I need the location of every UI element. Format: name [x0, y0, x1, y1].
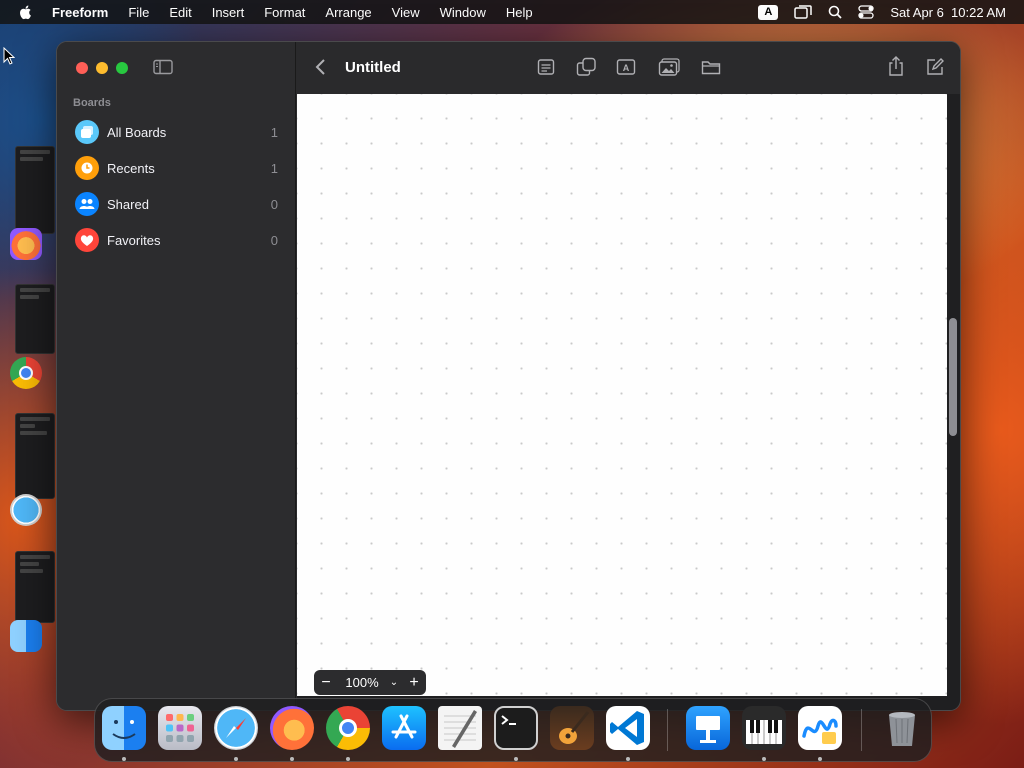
dock-vscode-icon[interactable] — [606, 706, 650, 750]
menu-window[interactable]: Window — [440, 5, 486, 20]
menu-bar: Freeform File Edit Insert Format Arrange… — [0, 0, 1024, 24]
running-indicator — [818, 757, 822, 761]
sidebar-item-label: All Boards — [107, 124, 167, 140]
running-indicator — [514, 757, 518, 761]
menu-extras: A Sat Apr 6 10:22 AM — [758, 0, 1006, 24]
sidebar-item-recents[interactable]: Recents 1 — [65, 150, 288, 186]
sidebar-item-label: Recents — [107, 160, 155, 176]
dock — [94, 698, 932, 762]
menu-clock[interactable]: Sat Apr 6 10:22 AM — [890, 5, 1006, 20]
dock-garageband-icon[interactable] — [550, 706, 594, 750]
menu-arrange[interactable]: Arrange — [325, 5, 371, 20]
people-icon — [75, 192, 99, 216]
clock-icon — [75, 156, 99, 180]
sidebar-item-all-boards[interactable]: All Boards 1 — [65, 114, 288, 150]
menu-format[interactable]: Format — [264, 5, 305, 20]
zoom-in-button[interactable]: + — [402, 670, 426, 695]
media-icon[interactable] — [658, 57, 682, 77]
dock-terminal-icon[interactable] — [494, 706, 538, 750]
text-box-icon[interactable]: A — [616, 57, 636, 77]
window-controls — [76, 62, 128, 74]
zoom-button[interactable] — [116, 62, 128, 74]
dock-launchpad-icon[interactable] — [158, 706, 202, 750]
running-indicator — [234, 757, 238, 761]
running-indicator — [762, 757, 766, 761]
board-title[interactable]: Untitled — [345, 59, 401, 76]
screen-mirroring-icon[interactable] — [794, 5, 813, 19]
sidebar-item-favorites[interactable]: Favorites 0 — [65, 222, 288, 258]
safari-window-icon[interactable] — [10, 494, 42, 526]
boards-list: All Boards 1 Recents 1 Shared 0 Favorite… — [65, 114, 288, 258]
heart-icon — [75, 228, 99, 252]
menu-edit[interactable]: Edit — [169, 5, 191, 20]
sidebar-item-count: 1 — [270, 124, 278, 140]
dock-app-store-icon[interactable] — [382, 706, 426, 750]
zoom-out-button[interactable]: − — [314, 670, 338, 695]
dock-textedit-icon[interactable] — [438, 706, 482, 750]
dock-safari-icon[interactable] — [214, 706, 258, 750]
chrome-window-icon[interactable] — [10, 357, 42, 389]
window-thumbnail-4[interactable] — [15, 551, 55, 623]
minimize-button[interactable] — [96, 62, 108, 74]
toolbar: Untitled A — [297, 42, 960, 94]
sidebar-toggle-icon[interactable] — [153, 59, 173, 75]
shapes-icon[interactable] — [576, 57, 598, 77]
sidebar-item-count: 0 — [270, 232, 278, 248]
dock-separator — [861, 709, 862, 751]
freeform-window: Boards All Boards 1 Recents 1 Shared 0 F… — [56, 41, 961, 711]
dock-separator — [667, 709, 668, 751]
sticky-note-icon[interactable] — [537, 57, 555, 77]
running-indicator — [290, 757, 294, 761]
chevron-down-icon[interactable]: ⌄ — [386, 677, 402, 688]
dock-firefox-icon[interactable] — [270, 706, 314, 750]
share-icon[interactable] — [887, 55, 905, 77]
window-thumbnail-1[interactable] — [15, 146, 55, 234]
window-thumbnail-3[interactable] — [15, 413, 55, 499]
sidebar: Boards All Boards 1 Recents 1 Shared 0 F… — [57, 42, 296, 710]
mouse-pointer-icon — [3, 47, 15, 65]
input-source-badge[interactable]: A — [758, 4, 779, 20]
sidebar-item-shared[interactable]: Shared 0 — [65, 186, 288, 222]
apple-menu-icon[interactable] — [18, 4, 34, 20]
dock-trash-icon[interactable] — [880, 706, 924, 750]
menu-insert[interactable]: Insert — [212, 5, 245, 20]
dock-finder-icon[interactable] — [102, 706, 146, 750]
menu-view[interactable]: View — [392, 5, 420, 20]
sidebar-item-label: Shared — [107, 196, 149, 212]
vertical-scrollbar[interactable] — [949, 318, 957, 436]
menu-file[interactable]: File — [128, 5, 149, 20]
finder-window-icon[interactable] — [10, 620, 42, 652]
running-indicator — [346, 757, 350, 761]
zoom-control: − 100% ⌄ + — [314, 670, 426, 695]
running-indicator — [626, 757, 630, 761]
control-center-icon[interactable] — [858, 5, 875, 19]
folder-icon[interactable] — [701, 57, 721, 77]
firefox-window-icon[interactable] — [10, 228, 42, 260]
boards-section-label: Boards — [73, 97, 111, 109]
window-thumbnail-2[interactable] — [15, 284, 55, 354]
running-indicator — [122, 757, 126, 761]
dock-chrome-icon[interactable] — [326, 706, 370, 750]
menu-help[interactable]: Help — [506, 5, 533, 20]
board-canvas[interactable] — [297, 94, 947, 696]
svg-text:A: A — [623, 63, 630, 73]
dock-freeform-icon[interactable] — [798, 706, 842, 750]
sidebar-item-count: 1 — [270, 160, 278, 176]
board-area: Untitled A − 100% ⌄ + — [297, 42, 960, 710]
dock-keynote-icon[interactable] — [686, 706, 730, 750]
sidebar-item-label: Favorites — [107, 232, 161, 248]
close-button[interactable] — [76, 62, 88, 74]
compose-icon[interactable] — [925, 57, 945, 77]
menu-app-name[interactable]: Freeform — [52, 5, 108, 20]
spotlight-search-icon[interactable] — [828, 5, 842, 19]
zoom-level[interactable]: 100% — [338, 675, 386, 690]
boards-icon — [75, 120, 99, 144]
dock-piano-icon[interactable] — [742, 706, 786, 750]
sidebar-item-count: 0 — [270, 196, 278, 212]
back-chevron-icon[interactable] — [314, 58, 328, 76]
